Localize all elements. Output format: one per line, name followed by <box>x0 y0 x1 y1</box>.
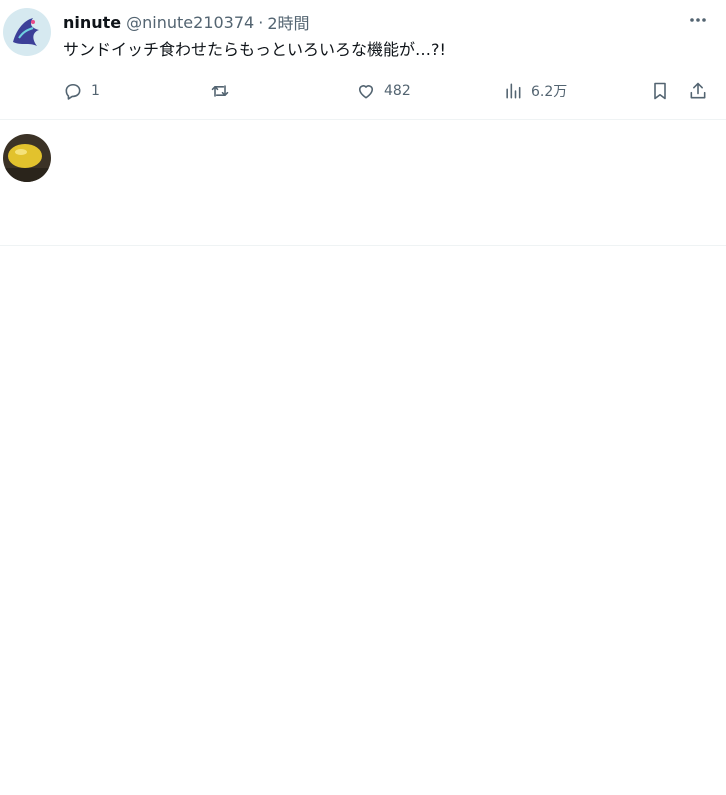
tweet[interactable] <box>0 120 726 246</box>
tweet[interactable]: ninute @ninute210374 · 2時間 サンドイッチ食わせたらもっ… <box>0 0 726 120</box>
like-count: 482 <box>384 83 411 99</box>
tweet-text-line: サンドイッチ食わせたらもっといろいろな機能が…?! <box>63 40 446 59</box>
view-count: 6.2万 <box>531 84 568 100</box>
action-bar: 1 482 6.2万 <box>0 78 726 104</box>
timestamp[interactable]: 2時間 <box>267 10 309 34</box>
separator: · <box>258 12 264 32</box>
views-icon <box>506 83 521 99</box>
avatar[interactable] <box>3 134 51 182</box>
display-name[interactable]: ninute <box>63 13 121 32</box>
tweet-header <box>63 256 666 280</box>
like-icon <box>358 85 374 99</box>
user-handle[interactable]: @ninute210374 <box>126 13 254 32</box>
reply-icon <box>65 83 81 100</box>
views-button[interactable]: 6.2万 <box>503 78 567 104</box>
tweet-text: サンドイッチ食わせたらもっといろいろな機能が…?! <box>63 36 686 63</box>
reply-button[interactable]: 1 <box>63 78 100 104</box>
bookmark-icon <box>654 82 666 100</box>
tweet-header: ninute @ninute210374 · 2時間 <box>63 10 666 34</box>
share-button[interactable] <box>688 78 708 104</box>
like-button[interactable]: 482 <box>356 78 411 104</box>
more-icon[interactable] <box>688 10 708 30</box>
share-icon <box>690 82 706 99</box>
retweet-button[interactable] <box>210 78 238 104</box>
bookmark-button[interactable] <box>650 78 670 104</box>
retweet-icon <box>211 85 229 97</box>
avatar[interactable] <box>3 8 51 56</box>
reply-count: 1 <box>91 83 100 99</box>
